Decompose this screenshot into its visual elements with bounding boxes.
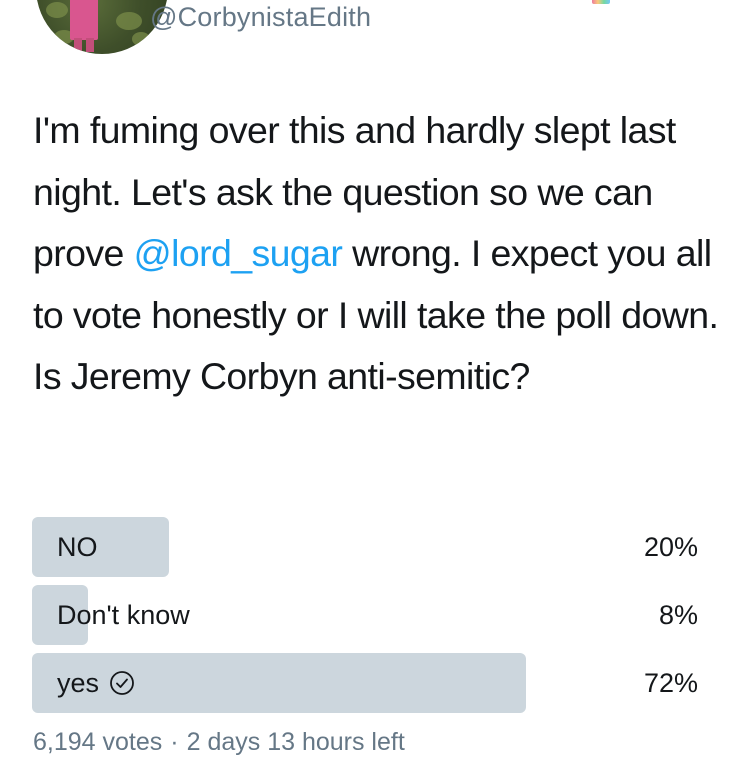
poll-option[interactable]: yes 72% bbox=[32, 653, 698, 713]
poll-option-percent: 8% bbox=[658, 600, 698, 630]
poll-option[interactable]: Don't know 8% bbox=[32, 585, 698, 645]
meta-separator: · bbox=[170, 728, 179, 756]
mention-link[interactable]: @lord_sugar bbox=[134, 232, 343, 274]
user-handle[interactable]: @CorbynistaEdith bbox=[150, 2, 371, 33]
tweet-text: I'm fuming over this and hardly slept la… bbox=[33, 100, 733, 408]
status-mark bbox=[592, 0, 610, 4]
poll-option-percent: 20% bbox=[643, 532, 698, 562]
poll-option-percent: 72% bbox=[643, 668, 698, 698]
poll-time-left: 2 days 13 hours left bbox=[186, 728, 405, 756]
poll: NO 20% Don't know 8% yes 72% bbox=[32, 517, 698, 721]
poll-option-label: NO bbox=[57, 532, 98, 562]
poll-option-label: yes bbox=[57, 668, 100, 698]
poll-votes: 6,194 votes bbox=[33, 728, 163, 756]
poll-meta: 6,194 votes · 2 days 13 hours left bbox=[33, 728, 405, 757]
poll-option[interactable]: NO 20% bbox=[32, 517, 698, 577]
check-circle-icon bbox=[110, 671, 134, 695]
poll-option-label: Don't know bbox=[57, 600, 190, 630]
avatar[interactable] bbox=[36, 0, 168, 54]
poll-question: Is Jeremy Corbyn anti-semitic? bbox=[33, 355, 530, 397]
avatar-figure bbox=[70, 0, 98, 40]
poll-bar bbox=[32, 517, 169, 577]
